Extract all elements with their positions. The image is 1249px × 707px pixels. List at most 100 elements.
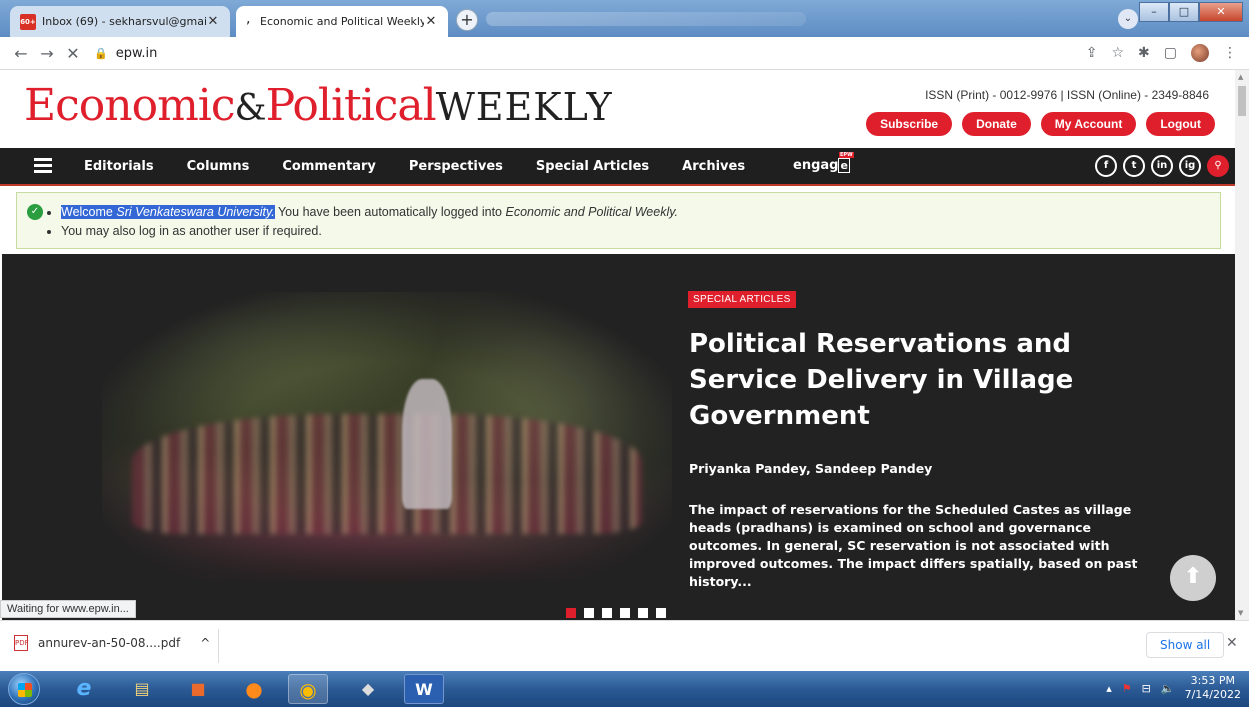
hero-slider: SPECIAL ARTICLES Political Reservations … [2, 254, 1235, 620]
hero-title[interactable]: Political Reservations and Service Deliv… [689, 326, 1109, 434]
close-window-button[interactable]: ✕ [1199, 2, 1243, 22]
hero-authors[interactable]: Priyanka Pandey, Sandeep Pandey [689, 461, 932, 476]
forward-icon[interactable]: → [34, 44, 60, 63]
instagram-icon[interactable]: ig [1179, 155, 1201, 177]
address-bar[interactable]: 🔒 epw.in [94, 46, 157, 61]
media-player-icon[interactable]: ■ [178, 674, 218, 704]
logo-weekly: WEEKLY [435, 85, 613, 129]
tab-search-icon[interactable]: ⌄ [1118, 9, 1138, 29]
main-nav: Editorials Columns Commentary Perspectiv… [0, 148, 1235, 186]
nav-items: Editorials Columns Commentary Perspectiv… [84, 148, 778, 184]
category-badge[interactable]: SPECIAL ARTICLES [688, 291, 796, 308]
stop-icon[interactable]: ✕ [60, 44, 86, 63]
tab-gmail[interactable]: 60+ Inbox (69) - sekharsvul@gmail.co ✕ [10, 6, 230, 37]
bookmark-star-icon[interactable]: ☆ [1111, 45, 1124, 61]
tab-title: Inbox (69) - sekharsvul@gmail.co [42, 15, 206, 28]
word-icon[interactable]: W [404, 674, 444, 704]
volume-icon[interactable]: 🔈 [1161, 682, 1175, 695]
scrollbar-thumb[interactable] [1238, 86, 1246, 116]
profile-avatar[interactable] [1191, 44, 1209, 62]
logo-economic: Economic [24, 80, 236, 131]
university-name: Sri Venkateswara University. [116, 205, 275, 219]
notice-rest: You have been automatically logged into [274, 205, 506, 219]
facebook-icon[interactable]: f [1095, 155, 1117, 177]
slider-dot[interactable] [584, 608, 594, 618]
nav-special-articles[interactable]: Special Articles [536, 159, 649, 174]
slider-dot[interactable] [656, 608, 666, 618]
tab-title: Economic and Political Weekly | [260, 15, 424, 28]
chevron-up-icon[interactable]: ^ [200, 636, 210, 650]
maximize-button[interactable]: □ [1169, 2, 1199, 22]
engage-text: engag [793, 158, 839, 173]
nav-editorials[interactable]: Editorials [84, 159, 154, 174]
toolbar-actions: ⇪ ☆ ✱ ▢ ⋮ [1086, 44, 1237, 62]
subscribe-button[interactable]: Subscribe [866, 112, 953, 136]
show-all-button[interactable]: Show all [1146, 632, 1225, 658]
scroll-up-icon[interactable]: ▲ [1238, 73, 1243, 81]
chrome-icon[interactable]: ◉ [288, 674, 328, 704]
browser-toolbar: ← → ✕ 🔒 epw.in ⇪ ☆ ✱ ▢ ⋮ [0, 37, 1249, 70]
flag-icon[interactable]: ⚑ [1122, 682, 1132, 695]
blurred-tab [486, 12, 806, 26]
file-explorer-icon[interactable]: ▤ [122, 674, 162, 704]
firefox-icon[interactable]: ● [234, 674, 274, 704]
status-bar: Waiting for www.epw.in... [0, 600, 136, 618]
twitter-icon[interactable]: t [1123, 155, 1145, 177]
site-logo[interactable]: Economic&PoliticalWEEKLY [24, 76, 613, 139]
slider-dot[interactable] [566, 608, 576, 618]
slider-dot[interactable] [602, 608, 612, 618]
browser-tab-strip: 60+ Inbox (69) - sekharsvul@gmail.co ✕ ,… [0, 0, 1249, 37]
nav-archives[interactable]: Archives [682, 159, 745, 174]
logout-button[interactable]: Logout [1146, 112, 1215, 136]
engage-tag: EPW [839, 152, 854, 158]
app-icon[interactable]: ◆ [348, 674, 388, 704]
nav-columns[interactable]: Columns [187, 159, 250, 174]
share-icon[interactable]: ⇪ [1086, 45, 1098, 61]
notice-list: Welcome Sri Venkateswara University. You… [61, 203, 678, 241]
epw-icon: , [246, 10, 251, 27]
tray-chevron-icon[interactable]: ▴ [1106, 682, 1112, 695]
internet-explorer-icon[interactable]: e [64, 674, 104, 704]
start-button[interactable] [8, 673, 40, 705]
search-icon[interactable]: ⚲ [1207, 155, 1229, 177]
url-text[interactable]: epw.in [116, 46, 158, 61]
tab-epw[interactable]: , Economic and Political Weekly | ✕ [236, 6, 448, 37]
clock[interactable]: 3:53 PM 7/14/2022 [1185, 674, 1241, 702]
divider [218, 629, 219, 663]
new-tab-button[interactable]: + [456, 9, 478, 31]
social-links: f t in ig ⚲ [1095, 155, 1229, 177]
my-account-button[interactable]: My Account [1040, 112, 1137, 136]
close-icon[interactable]: ✕ [424, 14, 438, 29]
side-panel-icon[interactable]: ▢ [1164, 45, 1177, 61]
hero-image-crowd [132, 414, 642, 534]
slider-dot[interactable] [620, 608, 630, 618]
scroll-down-icon[interactable]: ▼ [1238, 609, 1243, 617]
nav-commentary[interactable]: Commentary [282, 159, 376, 174]
system-tray: ▴ ⚑ ⊟ 🔈 3:53 PM 7/14/2022 [1106, 674, 1241, 702]
logo-amp: & [234, 88, 267, 129]
clock-date: 7/14/2022 [1184, 688, 1241, 701]
menu-kebab-icon[interactable]: ⋮ [1223, 45, 1237, 61]
check-icon: ✓ [27, 204, 43, 220]
slider-dots [566, 608, 666, 618]
linkedin-icon[interactable]: in [1151, 155, 1173, 177]
minimize-button[interactable]: – [1139, 2, 1169, 22]
back-icon[interactable]: ← [8, 44, 34, 63]
page-scrollbar[interactable]: ▲ ▼ [1235, 70, 1249, 620]
engage-link[interactable]: engag e EPW [793, 152, 854, 173]
close-icon[interactable]: ✕ [206, 14, 220, 29]
donate-button[interactable]: Donate [962, 112, 1031, 136]
scroll-to-top-button[interactable]: ⬆ [1170, 555, 1216, 601]
lock-icon[interactable]: 🔒 [94, 47, 108, 60]
slider-dot[interactable] [638, 608, 648, 618]
extensions-icon[interactable]: ✱ [1138, 45, 1150, 61]
menu-hamburger-icon[interactable] [34, 158, 52, 176]
download-filename[interactable]: annurev-an-50-08....pdf [38, 636, 180, 650]
network-icon[interactable]: ⊟ [1142, 682, 1151, 695]
close-icon[interactable]: ✕ [1226, 635, 1238, 651]
nav-perspectives[interactable]: Perspectives [409, 159, 503, 174]
account-buttons: Subscribe Donate My Account Logout [866, 112, 1215, 136]
notice-site-name: Economic and Political Weekly. [505, 205, 679, 219]
download-item[interactable]: PDF annurev-an-50-08....pdf ^ [14, 635, 210, 651]
login-notice: ✓ Welcome Sri Venkateswara University. Y… [16, 192, 1221, 249]
